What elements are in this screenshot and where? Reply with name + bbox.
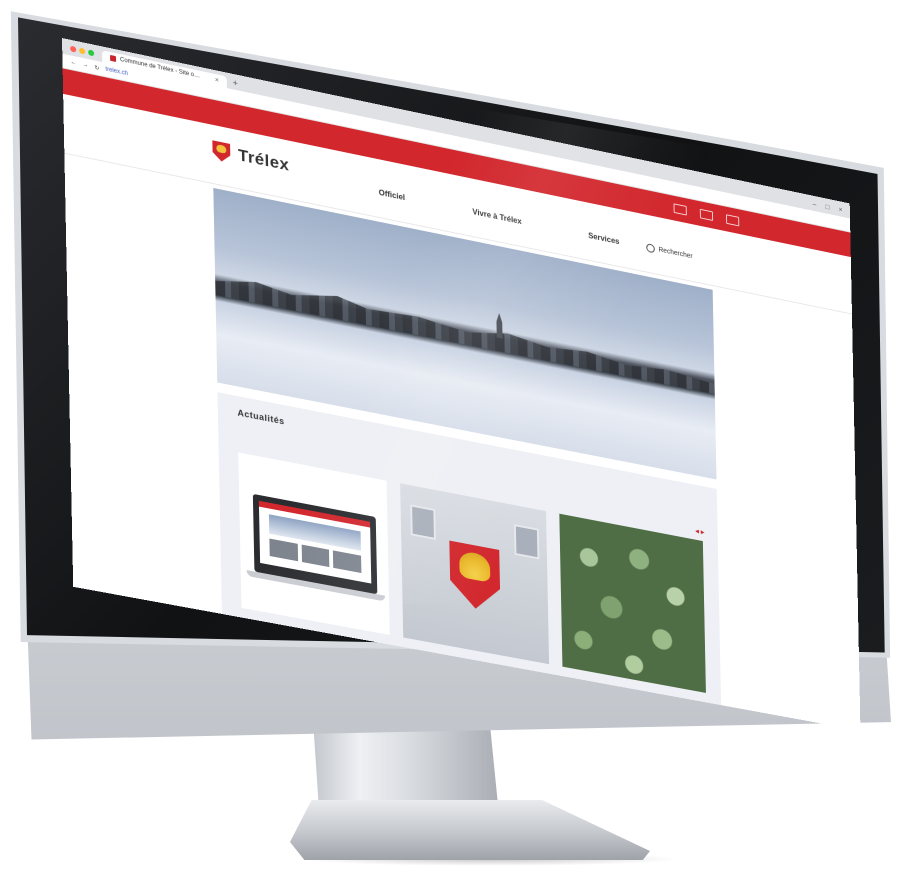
minimize-icon[interactable]: – bbox=[813, 201, 817, 208]
nav-item-officiel[interactable]: Officiel bbox=[379, 188, 405, 202]
news-card-leaves[interactable] bbox=[559, 513, 706, 693]
nav-item-services[interactable]: Services bbox=[588, 231, 619, 246]
browser-window: Commune de Trélex - Site o… × + – □ × ← … bbox=[62, 38, 861, 731]
laptop-screen-tile bbox=[301, 544, 330, 568]
favicon-icon bbox=[110, 54, 117, 63]
close-window-icon[interactable]: × bbox=[839, 207, 843, 214]
forward-icon[interactable]: → bbox=[82, 62, 88, 69]
minimize-dot[interactable] bbox=[79, 47, 86, 55]
prev-arrow-icon[interactable]: ◂ bbox=[695, 526, 699, 535]
calendar-icon[interactable] bbox=[699, 208, 714, 221]
back-icon[interactable]: ← bbox=[70, 59, 76, 66]
url-field[interactable]: trelex.ch bbox=[105, 67, 128, 78]
search-box[interactable]: Rechercher bbox=[646, 243, 693, 261]
new-tab-icon[interactable]: + bbox=[233, 78, 238, 89]
laptop-screen-tile bbox=[333, 550, 362, 574]
shield-icon bbox=[212, 140, 230, 163]
site-logo[interactable]: Trélex bbox=[212, 140, 289, 175]
coat-of-arms-icon bbox=[449, 541, 500, 614]
search-icon bbox=[646, 243, 655, 254]
maximize-dot[interactable] bbox=[88, 49, 95, 57]
reload-icon[interactable]: ↻ bbox=[94, 64, 99, 72]
search-placeholder: Rechercher bbox=[658, 246, 693, 261]
laptop-screen bbox=[258, 500, 372, 584]
building-window bbox=[513, 524, 540, 560]
news-card-coat-of-arms[interactable] bbox=[400, 483, 550, 665]
church-steeple bbox=[496, 313, 502, 339]
news-title: Actualités bbox=[237, 407, 285, 427]
close-dot[interactable] bbox=[70, 45, 77, 53]
nav-item-vivre[interactable]: Vivre à Trélex bbox=[472, 207, 521, 226]
tree-line bbox=[215, 272, 715, 395]
site-name: Trélex bbox=[237, 145, 290, 175]
building-window bbox=[410, 504, 436, 540]
next-arrow-icon[interactable]: ▸ bbox=[701, 527, 705, 536]
screen-area: Commune de Trélex - Site o… × + – □ × ← … bbox=[62, 38, 880, 731]
maximize-icon[interactable]: □ bbox=[825, 204, 829, 211]
mail-icon[interactable] bbox=[673, 203, 687, 216]
monitor-stand-base bbox=[290, 800, 650, 860]
window-controls bbox=[70, 45, 95, 57]
tab-close-icon[interactable]: × bbox=[215, 76, 219, 84]
news-card-laptop[interactable] bbox=[238, 452, 390, 636]
news-carousel-controls: ◂ ▸ bbox=[695, 526, 705, 536]
laptop-screen-tile bbox=[269, 538, 298, 562]
language-icon[interactable] bbox=[726, 214, 740, 227]
